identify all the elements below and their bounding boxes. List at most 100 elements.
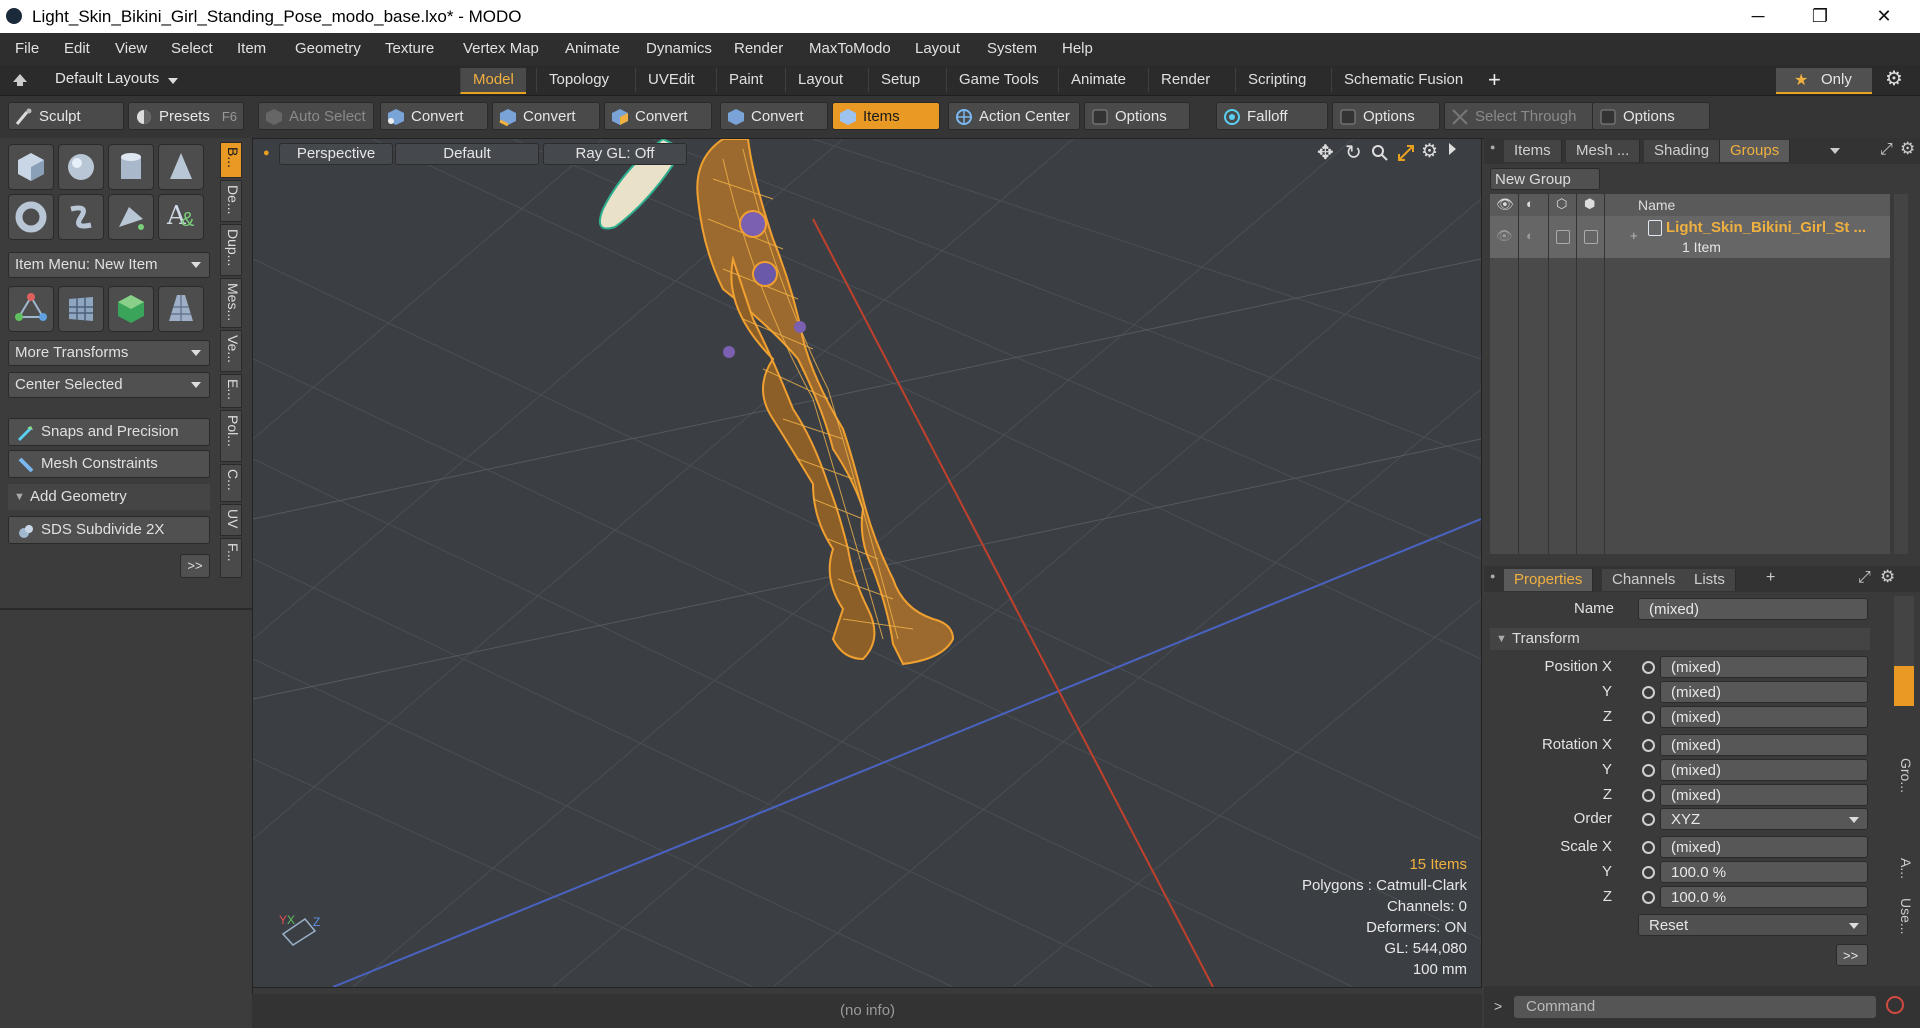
vtab-fusion[interactable]: F... [220, 538, 242, 578]
menu-layout[interactable]: Layout [915, 40, 960, 57]
select-through-button[interactable]: Select Through [1444, 102, 1594, 130]
capsule-tube-button[interactable] [58, 194, 104, 240]
scene-canvas[interactable]: Y X Z [253, 139, 1481, 987]
menu-geometry[interactable]: Geometry [295, 40, 361, 57]
menu-help[interactable]: Help [1062, 40, 1093, 57]
vtab-curve[interactable]: C... [220, 464, 242, 502]
close-button[interactable]: ✕ [1864, 3, 1904, 29]
panel-gear-icon[interactable]: ⚙ [1900, 139, 1915, 159]
position-y-field[interactable]: (mixed) [1660, 681, 1868, 703]
tab-animate[interactable]: Animate [1058, 68, 1138, 92]
position-x-field[interactable]: (mixed) [1660, 656, 1868, 678]
maximize-panel-icon[interactable]: ⤢ [1858, 569, 1871, 587]
menu-item[interactable]: Item [237, 40, 266, 57]
tab-properties[interactable]: Properties [1504, 569, 1594, 591]
expand-arrow-icon[interactable] [1449, 143, 1456, 155]
convert-items-button[interactable]: Convert [720, 102, 828, 130]
rotation-z-field[interactable]: (mixed) [1660, 784, 1868, 806]
more-transforms-dropdown[interactable]: More Transforms [8, 340, 210, 366]
shading-default-dropdown[interactable]: Default [395, 143, 539, 165]
action-center-button[interactable]: Action Center [948, 102, 1080, 130]
expand-more-button[interactable]: >> [180, 554, 210, 578]
menu-select[interactable]: Select [171, 40, 213, 57]
expand-plus-icon[interactable]: + [1630, 228, 1638, 243]
convert-edges-button[interactable]: Convert [492, 102, 600, 130]
grid-mesh-button[interactable] [58, 286, 104, 332]
text-tool-button[interactable]: A & [158, 194, 204, 240]
vtab-vertex[interactable]: Ve... [220, 330, 242, 372]
keyframe-toggle[interactable] [1642, 686, 1655, 699]
more-properties-button[interactable]: >> [1836, 944, 1868, 966]
items-mode-button[interactable]: Items [832, 102, 940, 130]
rotation-y-field[interactable]: (mixed) [1660, 759, 1868, 781]
tab-paint[interactable]: Paint [716, 68, 775, 92]
row-render-icon[interactable]: ◐ [1526, 228, 1534, 243]
tab-uvedit[interactable]: UVEdit [635, 68, 707, 92]
character-wireframe[interactable] [599, 139, 955, 666]
pen-tool-button[interactable] [108, 194, 154, 240]
menu-system[interactable]: System [987, 40, 1037, 57]
auto-select-button[interactable]: Auto Select [258, 102, 374, 130]
scale-z-field[interactable]: 100.0 % [1660, 886, 1868, 908]
tab-scripting[interactable]: Scripting [1235, 68, 1318, 92]
row-select-checkbox[interactable] [1584, 230, 1598, 244]
sds-subdivide-button[interactable]: SDS Subdivide 2X [8, 516, 210, 544]
only-toggle[interactable]: ★ Only [1776, 68, 1872, 94]
tab-model[interactable]: Model [460, 68, 526, 94]
vtab-deform[interactable]: De... [220, 180, 242, 222]
presets-button[interactable]: Presets F6 [128, 102, 244, 130]
menu-animate[interactable]: Animate [565, 40, 620, 57]
keyframe-toggle[interactable] [1642, 866, 1655, 879]
tab-layout[interactable]: Layout [785, 68, 855, 92]
keyframe-toggle[interactable] [1642, 813, 1655, 826]
tab-game-tools[interactable]: Game Tools [946, 68, 1051, 92]
rotate-view-icon[interactable]: ↻ [1345, 140, 1362, 165]
vtab-mesh-edit[interactable]: Mes... [220, 278, 242, 328]
side-tab-groups[interactable]: Gro... [1894, 758, 1914, 828]
scale-x-field[interactable]: (mixed) [1660, 836, 1868, 858]
keyframe-toggle[interactable] [1642, 789, 1655, 802]
tab-shading[interactable]: Shading [1644, 140, 1721, 162]
add-tab-button[interactable]: + [1766, 569, 1775, 587]
minimize-button[interactable]: ─ [1738, 3, 1778, 29]
new-group-button[interactable]: New Group [1490, 168, 1600, 190]
position-z-field[interactable]: (mixed) [1660, 706, 1868, 728]
add-tab-icon[interactable]: + [1488, 67, 1501, 93]
order-dropdown[interactable]: XYZ [1660, 808, 1868, 830]
viewport-menu-dot[interactable]: ● [263, 147, 270, 159]
row-lock-checkbox[interactable] [1556, 230, 1570, 244]
keyframe-toggle[interactable] [1642, 711, 1655, 724]
sphere-primitive-button[interactable] [58, 144, 104, 190]
rotation-x-field[interactable]: (mixed) [1660, 734, 1868, 756]
groups-scrollbar[interactable] [1894, 194, 1908, 554]
render-icon[interactable]: ◐ [1526, 196, 1534, 211]
panel-gear-icon[interactable]: ⚙ [1880, 567, 1895, 587]
tab-items[interactable]: Items [1504, 140, 1562, 162]
perspective-dropdown[interactable]: Perspective [279, 143, 393, 165]
torus-primitive-button[interactable] [8, 194, 54, 240]
menu-edit[interactable]: Edit [64, 40, 90, 57]
keyframe-toggle[interactable] [1642, 841, 1655, 854]
command-input[interactable]: Command [1514, 996, 1876, 1018]
row-eye-icon[interactable]: 👁 [1496, 228, 1513, 244]
record-icon[interactable] [1886, 996, 1904, 1014]
falloff-options-button[interactable]: Options [1332, 102, 1440, 130]
select-through-options-button[interactable]: Options [1592, 102, 1710, 130]
tab-channels[interactable]: Channels [1602, 569, 1687, 591]
raygl-dropdown[interactable]: Ray GL: Off [543, 143, 687, 165]
side-tab-active[interactable] [1894, 666, 1914, 706]
vtab-edge[interactable]: E... [220, 374, 242, 408]
cylinder-primitive-button[interactable] [108, 144, 154, 190]
tab-topology[interactable]: Topology [536, 68, 621, 92]
gear-icon[interactable]: ⚙ [1885, 66, 1903, 91]
keyframe-toggle[interactable] [1642, 661, 1655, 674]
tab-mesh[interactable]: Mesh ... [1566, 140, 1641, 162]
keyframe-toggle[interactable] [1642, 764, 1655, 777]
3d-viewport[interactable]: Y X Z ● Perspective Default Ray GL: Off … [252, 138, 1482, 988]
transform-tool-button[interactable] [8, 286, 54, 332]
maximize-panel-icon[interactable]: ⤢ [1880, 141, 1893, 159]
menu-vertex-map[interactable]: Vertex Map [463, 40, 539, 57]
default-layouts-dropdown[interactable]: Default Layouts [55, 70, 159, 87]
vtab-duplicate[interactable]: Dup... [220, 224, 242, 276]
transform-section[interactable]: ▼ Transform [1490, 628, 1870, 650]
